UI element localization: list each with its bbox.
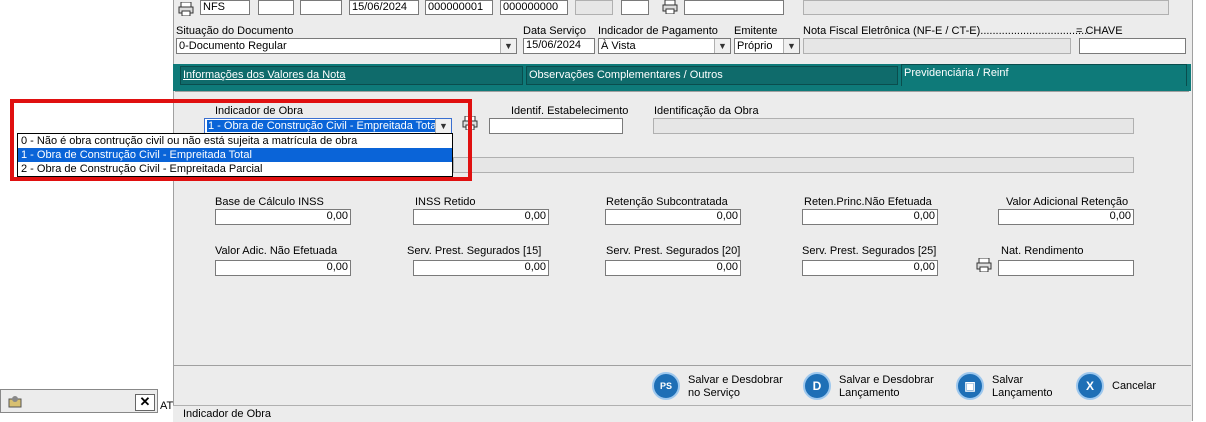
- salvar-desdobrar-lancamento-button[interactable]: D Salvar e Desdobrar Lançamento: [803, 372, 943, 404]
- nfe-field: [803, 38, 1071, 54]
- minimized-window[interactable]: ✕: [0, 389, 158, 413]
- tab-valores-nota[interactable]: Informações dos Valores da Nota: [180, 66, 523, 85]
- tab-observacoes-label: Observações Complementares / Outros: [529, 69, 723, 81]
- app-icon: [7, 395, 23, 409]
- retencao-subcontratada-label: Retenção Subcontratada: [606, 196, 728, 208]
- tab-previdenciaria[interactable]: Previdenciária / Reinf: [901, 64, 1187, 86]
- reten-princ-label: Reten.Princ.Não Efetuada: [804, 196, 932, 208]
- chave-field[interactable]: [1079, 38, 1186, 54]
- indicador-obra-dropdown-list[interactable]: 0 - Não é obra contrução civil ou não es…: [17, 133, 453, 177]
- valor-adic-nao-efetuada-field[interactable]: 0,00: [215, 260, 351, 276]
- serv-prest-15-field[interactable]: 0,00: [413, 260, 549, 276]
- serv-prest-25-field[interactable]: 0,00: [802, 260, 938, 276]
- status-text: Indicador de Obra: [183, 408, 272, 420]
- data-servico-field[interactable]: 15/06/2024: [523, 38, 595, 54]
- emitente-select[interactable]: Próprio ▼: [734, 38, 800, 54]
- base-calculo-inss-field[interactable]: 0,00: [215, 209, 351, 225]
- dropdown-option[interactable]: 2 - Obra de Construção Civil - Empreitad…: [18, 162, 452, 176]
- date-field[interactable]: 15/06/2024: [349, 0, 419, 15]
- small-field[interactable]: [621, 0, 649, 15]
- cancel-x-icon: X: [1076, 372, 1104, 400]
- number2-field[interactable]: 000000000: [500, 0, 568, 15]
- situacao-label: Situação do Documento: [176, 25, 294, 37]
- status-bar: Indicador de Obra: [173, 405, 1191, 422]
- indicador-pagamento-label: Indicador de Pagamento: [598, 25, 718, 37]
- chevron-down-icon[interactable]: ▼: [500, 39, 516, 53]
- tab-valores-nota-label: Informações dos Valores da Nota: [183, 69, 346, 81]
- retencao-subcontratada-field[interactable]: 0,00: [605, 209, 741, 225]
- tab-observacoes[interactable]: Observações Complementares / Outros: [526, 66, 898, 85]
- save-disk-icon: ▣: [956, 372, 984, 400]
- salvar-desdobrar-servico-label: Salvar e Desdobrar no Serviço: [688, 374, 783, 399]
- base-calculo-inss-label: Base de Cálculo INSS: [215, 196, 324, 208]
- chevron-down-icon[interactable]: ▼: [783, 39, 799, 53]
- reten-princ-field[interactable]: 0,00: [802, 209, 938, 225]
- nat-rendimento-field[interactable]: [998, 260, 1134, 276]
- data-servico-label: Data Serviço: [523, 25, 586, 37]
- serv-prest-20-field[interactable]: 0,00: [605, 260, 741, 276]
- model-field[interactable]: NFS: [200, 0, 250, 15]
- valor-adicional-retencao-field[interactable]: 0,00: [998, 209, 1134, 225]
- button-bar-divider: [173, 365, 1191, 366]
- identif-obra-label: Identificação da Obra: [654, 105, 759, 117]
- number1-field[interactable]: 000000001: [425, 0, 493, 15]
- serie-field[interactable]: [258, 0, 294, 15]
- identif-estab-field[interactable]: [489, 118, 623, 134]
- indicador-pagamento-select[interactable]: À Vista ▼: [598, 38, 731, 54]
- printer-icon[interactable]: [178, 1, 194, 17]
- emitente-value: Próprio: [737, 40, 773, 52]
- serv-prest-20-label: Serv. Prest. Segurados [20]: [606, 245, 741, 257]
- salvar-desdobrar-servico-button[interactable]: PS Salvar e Desdobrar no Serviço: [652, 372, 792, 404]
- inss-retido-field[interactable]: 0,00: [413, 209, 549, 225]
- top-text-field[interactable]: [684, 0, 784, 15]
- identif-obra-field: [653, 118, 1134, 134]
- indicador-pagamento-value: À Vista: [601, 40, 636, 52]
- inss-retido-label: INSS Retido: [415, 196, 476, 208]
- salvar-lancamento-button[interactable]: ▣ Salvar Lançamento: [956, 372, 1056, 404]
- subserie-field[interactable]: [300, 0, 342, 15]
- tab-previdenciaria-label: Previdenciária / Reinf: [904, 67, 1009, 79]
- save-disk-icon: PS: [652, 372, 680, 400]
- top-disabled-field: [803, 0, 1169, 15]
- salvar-lancamento-label: Salvar Lançamento: [992, 374, 1053, 399]
- identif-estab-label: Identif. Estabelecimento: [511, 105, 629, 117]
- serv-prest-15-label: Serv. Prest. Segurados [15]: [407, 245, 542, 257]
- dropdown-option[interactable]: 0 - Não é obra contrução civil ou não es…: [18, 134, 452, 148]
- nfe-label: Nota Fiscal Eletrônica (NF-E / CT-E)....…: [803, 25, 1088, 37]
- chevron-down-icon[interactable]: ▼: [714, 39, 730, 53]
- dropdown-option-selected[interactable]: 1 - Obra de Construção Civil - Empreitad…: [18, 148, 452, 162]
- salvar-desdobrar-lancamento-label: Salvar e Desdobrar Lançamento: [839, 374, 934, 399]
- status-at: AT: [160, 400, 174, 412]
- valor-adic-nao-efetuada-label: Valor Adic. Não Efetuada: [215, 245, 338, 257]
- printer-icon[interactable]: [976, 257, 992, 273]
- save-disk-icon: D: [803, 372, 831, 400]
- valor-adicional-retencao-label: Valor Adicional Retenção: [1006, 196, 1129, 208]
- situacao-value: 0-Documento Regular: [179, 40, 287, 52]
- emitente-label: Emitente: [734, 25, 778, 37]
- disabled-combo: [575, 0, 613, 15]
- situacao-select[interactable]: 0-Documento Regular ▼: [176, 38, 517, 54]
- close-icon[interactable]: ✕: [135, 394, 155, 411]
- printer-icon[interactable]: [662, 0, 678, 15]
- chave-label: = CHAVE: [1076, 25, 1123, 37]
- disabled-obra-field: [453, 157, 1134, 173]
- serv-prest-25-label: Serv. Prest. Segurados [25]: [802, 245, 937, 257]
- cancelar-label: Cancelar: [1112, 380, 1157, 392]
- nat-rendimento-label: Nat. Rendimento: [1001, 245, 1084, 257]
- tab-divider: [175, 91, 1189, 92]
- cancelar-button[interactable]: X Cancelar: [1076, 372, 1166, 404]
